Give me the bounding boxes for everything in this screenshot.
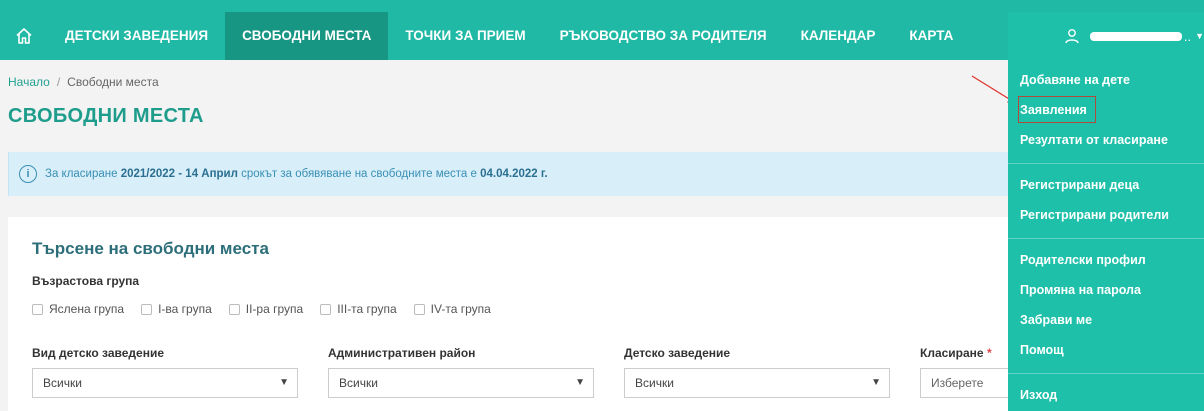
- page-title: СВОБОДНИ МЕСТА: [8, 105, 204, 127]
- home-button[interactable]: [0, 16, 48, 56]
- chevron-down-icon: ▼: [575, 377, 585, 388]
- checkbox[interactable]: [141, 303, 153, 315]
- menu-registered-parents[interactable]: Регистрирани родители: [1020, 208, 1169, 222]
- menu-help[interactable]: Помощ: [1020, 343, 1064, 357]
- home-icon: [16, 28, 32, 44]
- district-label: Административен район: [328, 346, 476, 360]
- district-select[interactable]: Всички ▼: [328, 368, 594, 398]
- info-icon: i: [19, 165, 37, 183]
- age-group-option-label: IV-та група: [430, 302, 491, 316]
- nav-kalendar[interactable]: КАЛЕНДАР: [784, 12, 893, 60]
- age-group-option[interactable]: II-ра група: [228, 302, 304, 316]
- alert-date: 04.04.2022 г.: [480, 168, 548, 180]
- nav-detski-zavedenia[interactable]: ДЕТСКИ ЗАВЕДЕНИЯ: [48, 12, 225, 60]
- age-group-label: Възрастова група: [32, 274, 140, 288]
- menu-forget-me[interactable]: Забрави ме: [1020, 313, 1092, 327]
- alert-period: 2021/2022 - 14 Април: [120, 168, 238, 180]
- breadcrumb-current: Свободни места: [67, 75, 159, 89]
- menu-ranking-results[interactable]: Резултати от класиране: [1020, 133, 1168, 147]
- chevron-down-icon: ▼: [871, 377, 881, 388]
- ranking-label: Класиране *: [920, 346, 992, 360]
- menu-divider: [1008, 373, 1204, 374]
- breadcrumb-separator: /: [56, 75, 61, 89]
- user-menu-toggle[interactable]: .. ▼: [1008, 12, 1204, 60]
- annotation-highlight-box: [1018, 96, 1096, 123]
- search-panel: Търсене на свободни места Възрастова гру…: [8, 217, 1008, 411]
- checkbox[interactable]: [413, 303, 425, 315]
- age-group-option-label: Яслена група: [49, 302, 125, 316]
- alert-middle: срокът за обявяване на свободните места …: [241, 168, 477, 180]
- age-group-option-label: I-ва група: [158, 302, 212, 316]
- alert-prefix: За класиране: [45, 168, 118, 180]
- kindergarten-type-select[interactable]: Всички ▼: [32, 368, 298, 398]
- kindergarten-select[interactable]: Всички ▼: [624, 368, 890, 398]
- age-group-option[interactable]: Яслена група: [32, 302, 124, 316]
- checkbox[interactable]: [32, 303, 43, 315]
- checkbox[interactable]: [320, 303, 332, 315]
- age-group-option-label: II-ра група: [245, 302, 304, 316]
- menu-divider: [1008, 238, 1204, 239]
- breadcrumb: Начало / Свободни места: [8, 75, 159, 89]
- redacted-username: [1089, 31, 1182, 41]
- district-value: Всички: [339, 376, 378, 390]
- checkbox[interactable]: [228, 303, 240, 315]
- search-title: Търсене на свободни места: [32, 239, 269, 258]
- ranking-select[interactable]: Изберете: [920, 368, 1008, 398]
- age-group-option[interactable]: I-ва група: [141, 302, 212, 316]
- ranking-value: Изберете: [931, 376, 984, 390]
- info-alert: i За класиране 2021/2022 - 14 Април срок…: [8, 152, 1008, 196]
- menu-change-password[interactable]: Промяна на парола: [1020, 283, 1141, 297]
- kindergarten-label: Детско заведение: [624, 346, 731, 360]
- kindergarten-value: Всички: [635, 376, 674, 390]
- caret-down-icon: ▼: [1195, 31, 1204, 41]
- nav-rakovodstvo[interactable]: РЪКОВОДСТВО ЗА РОДИТЕЛЯ: [543, 12, 784, 60]
- username-suffix: ..: [1183, 28, 1192, 44]
- ranking-label-text: Класиране: [920, 346, 984, 360]
- age-group-option[interactable]: IV-та група: [413, 302, 491, 316]
- menu-registered-children[interactable]: Регистрирани деца: [1020, 178, 1139, 192]
- required-mark: *: [986, 346, 992, 360]
- kindergarten-type-value: Всички: [43, 376, 82, 390]
- menu-add-child[interactable]: Добавяне на дете: [1020, 73, 1130, 87]
- age-group-checkboxes: Яслена група I-ва група II-ра група III-…: [32, 302, 508, 316]
- chevron-down-icon: ▼: [279, 377, 289, 388]
- breadcrumb-home[interactable]: Начало: [8, 75, 50, 89]
- age-group-option-label: III-та група: [337, 302, 397, 316]
- menu-logout[interactable]: Изход: [1020, 388, 1057, 402]
- age-group-option[interactable]: III-та група: [320, 302, 397, 316]
- main-content: Начало / Свободни места СВОБОДНИ МЕСТА i З…: [0, 60, 1008, 411]
- kindergarten-type-label: Вид детско заведение: [32, 346, 164, 360]
- menu-divider: [1008, 163, 1204, 164]
- menu-parent-profile[interactable]: Родителски профил: [1020, 253, 1146, 267]
- nav-svobodni-mesta[interactable]: СВОБОДНИ МЕСТА: [225, 12, 389, 60]
- nav-tochki-za-priem[interactable]: ТОЧКИ ЗА ПРИЕМ: [388, 12, 542, 60]
- nav-karta[interactable]: КАРТА: [892, 12, 970, 60]
- user-icon: [1065, 29, 1079, 44]
